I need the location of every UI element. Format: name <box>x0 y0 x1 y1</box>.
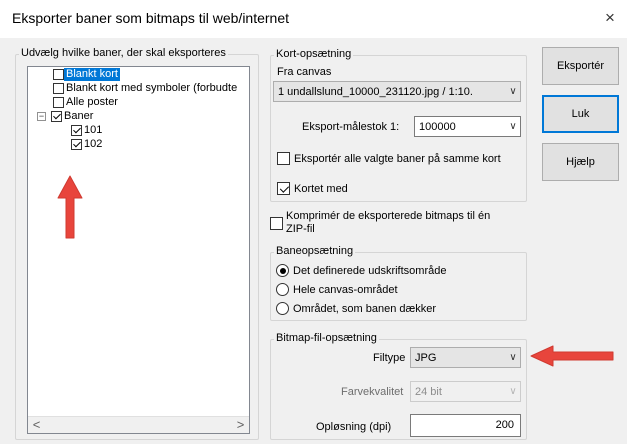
from-canvas-label: Fra canvas <box>277 66 332 78</box>
tree-item-label: Blankt kort med symboler (forbudte <box>66 82 238 94</box>
course-select-legend: Udvælg hvilke baner, der skal eksportere… <box>19 47 228 59</box>
zip-checkbox[interactable] <box>270 217 283 230</box>
map-with-label: Kortet med <box>294 182 348 195</box>
bitmap-setup-legend: Bitmap-fil-opsætning <box>274 332 379 344</box>
resolution-input[interactable]: 200 <box>410 414 521 437</box>
same-map-label: Eksportér alle valgte baner på samme kor… <box>294 152 501 165</box>
help-button[interactable]: Hjælp <box>542 143 619 181</box>
radio-label: Området, som banen dækker <box>293 302 437 315</box>
scale-value: 100000 <box>419 120 456 133</box>
tree-item-label: Alle poster <box>66 96 118 108</box>
checkbox[interactable] <box>71 139 82 150</box>
color-quality-label: Farvekvalitet <box>341 386 404 398</box>
zip-label-line1: Komprimér de eksporterede bitmaps til én <box>286 210 491 222</box>
tree-item-course-102[interactable]: 102 <box>71 138 102 151</box>
color-quality-select[interactable]: 24 bit ∨ <box>410 381 521 402</box>
checkbox[interactable] <box>277 152 290 165</box>
checkbox[interactable] <box>51 111 62 122</box>
color-quality-value: 24 bit <box>415 385 442 398</box>
tree-item-blank-map[interactable]: Blankt kort <box>53 68 120 81</box>
radio-label: Det definerede udskriftsområde <box>293 264 447 277</box>
map-setup-legend: Kort-opsætning <box>274 48 354 60</box>
horizontal-scrollbar[interactable]: < > <box>28 416 249 433</box>
radio-label: Hele canvas-området <box>293 283 398 296</box>
map-with-option[interactable]: Kortet med <box>277 182 348 195</box>
close-icon[interactable]: × <box>600 8 620 28</box>
chevron-down-icon: ∨ <box>509 352 517 363</box>
zip-label: Komprimér de eksporterede bitmaps til én… <box>286 210 490 236</box>
scroll-left-icon[interactable]: < <box>28 417 45 434</box>
radio-button[interactable] <box>276 302 289 315</box>
tree-item-label: 102 <box>84 138 103 150</box>
chevron-down-icon: ∨ <box>509 386 517 397</box>
scroll-right-icon[interactable]: > <box>232 417 249 434</box>
tree-item-course-101[interactable]: 101 <box>71 124 102 137</box>
filetype-select[interactable]: JPG ∨ <box>410 347 521 368</box>
checkbox[interactable] <box>53 83 64 94</box>
resolution-label: Opløsning (dpi) <box>316 421 392 433</box>
collapse-icon[interactable]: − <box>37 112 46 121</box>
same-map-option[interactable]: Eksportér alle valgte baner på samme kor… <box>277 152 501 165</box>
checkbox[interactable] <box>53 97 64 108</box>
canvas-select-value: 1 undallslund_10000_231120.jpg / 1:10. <box>278 85 473 98</box>
close-button[interactable]: Luk <box>542 95 619 133</box>
course-setup-legend: Baneopsætning <box>274 245 356 257</box>
checkbox[interactable] <box>71 125 82 136</box>
radio-print-area[interactable]: Det definerede udskriftsområde <box>276 264 446 277</box>
chevron-down-icon: ∨ <box>509 121 517 132</box>
canvas-select[interactable]: 1 undallslund_10000_231120.jpg / 1:10. ∨ <box>273 81 521 102</box>
chevron-down-icon: ∨ <box>509 86 517 97</box>
export-button[interactable]: Eksportér <box>542 47 619 85</box>
checkbox[interactable] <box>277 182 290 195</box>
annotation-arrow-up-icon <box>57 175 83 239</box>
zip-label-line2: ZIP-fil <box>286 223 315 235</box>
scale-combo[interactable]: 100000 ∨ <box>414 116 521 137</box>
tree-item-label: Baner <box>64 110 94 122</box>
annotation-arrow-left-icon <box>530 345 614 367</box>
course-tree[interactable]: Blankt kort Blankt kort med symboler (fo… <box>27 66 250 434</box>
radio-button[interactable] <box>276 264 289 277</box>
checkbox[interactable] <box>53 69 64 80</box>
window-title: Eksporter baner som bitmaps til web/inte… <box>12 10 290 26</box>
radio-course-extent[interactable]: Området, som banen dækker <box>276 302 436 315</box>
tree-item-all-controls[interactable]: Alle poster <box>53 96 118 109</box>
radio-button[interactable] <box>276 283 289 296</box>
tree-item-label: 101 <box>84 124 103 136</box>
tree-item-courses[interactable]: − Baner <box>37 110 93 123</box>
scale-label: Eksport-målestok 1: <box>302 121 400 133</box>
filetype-label: Filtype <box>373 352 406 364</box>
tree-item-label: Blankt kort <box>64 68 120 81</box>
tree-item-blank-map-symbols[interactable]: Blankt kort med symboler (forbudte <box>53 82 237 95</box>
filetype-value: JPG <box>415 351 437 364</box>
radio-whole-canvas[interactable]: Hele canvas-området <box>276 283 398 296</box>
